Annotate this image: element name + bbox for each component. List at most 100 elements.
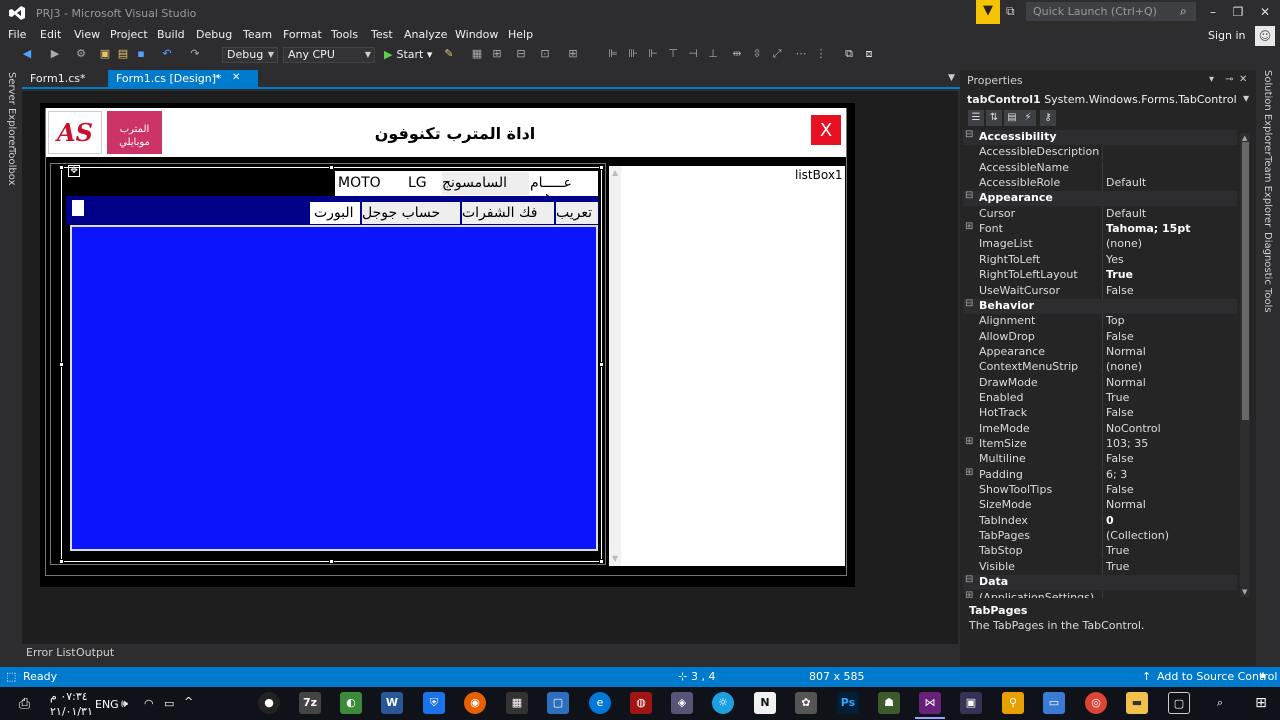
search-icon[interactable]: ⌕: [1180, 4, 1187, 19]
obs-icon[interactable]: ●: [258, 692, 280, 714]
property-row[interactable]: TabStop True: [963, 544, 1237, 560]
property-row[interactable]: AccessibleName: [963, 160, 1237, 176]
menu-file[interactable]: File: [8, 28, 26, 41]
menu-view[interactable]: View: [74, 28, 100, 41]
account-icon[interactable]: ☺: [1255, 26, 1275, 46]
solution-explorer-tab[interactable]: Solution Explorer: [1262, 70, 1273, 156]
property-row[interactable]: TabPages (Collection): [963, 529, 1237, 545]
clock-time[interactable]: ٠٧:٣٤ م: [50, 690, 88, 703]
wifi-icon[interactable]: ◠: [144, 697, 154, 710]
tab-form1-code[interactable]: Form1.cs*: [22, 70, 108, 88]
property-value[interactable]: (Collection): [1106, 529, 1169, 542]
inner-tab-handle-icon[interactable]: [72, 200, 84, 216]
property-row[interactable]: TabIndex 0: [963, 513, 1237, 529]
property-value[interactable]: Normal: [1106, 345, 1146, 358]
align-right-icon[interactable]: ⊩: [646, 47, 660, 61]
visual-studio-taskbar-icon[interactable]: ⋈: [919, 692, 941, 714]
align-grid-icon[interactable]: ⊞: [566, 47, 580, 61]
7zip-icon[interactable]: 7z: [299, 692, 321, 714]
property-row[interactable]: SizeMode Normal: [963, 498, 1237, 514]
tab-moto[interactable]: MOTO: [336, 172, 406, 195]
file-explorer-icon[interactable]: ▬: [1126, 692, 1148, 714]
property-row[interactable]: ⊞ (ApplicationSettings): [963, 590, 1237, 599]
volume-icon[interactable]: 🕪: [121, 697, 128, 711]
property-value[interactable]: 0: [1106, 514, 1114, 527]
resize-handle[interactable]: [59, 362, 64, 367]
property-row[interactable]: Enabled True: [963, 390, 1237, 406]
property-row[interactable]: ⊞ Font Tahoma; 15pt: [963, 221, 1237, 238]
make-same-height-icon[interactable]: ⇳: [750, 47, 764, 61]
open-file-icon[interactable]: ▤: [116, 47, 130, 61]
undo-icon[interactable]: ↶: [160, 47, 174, 61]
property-value[interactable]: Default: [1106, 207, 1146, 220]
close-tab-icon[interactable]: ✕: [232, 72, 240, 83]
align-icon[interactable]: ⊞: [490, 47, 504, 61]
server-explorer-tab[interactable]: Server Explorer: [6, 72, 17, 150]
align-top-icon[interactable]: ⊤: [666, 47, 680, 61]
menu-build[interactable]: Build: [157, 28, 185, 41]
back-icon[interactable]: ◀: [20, 47, 34, 61]
chevron-up-icon[interactable]: ▲: [1260, 670, 1266, 679]
selected-object[interactable]: tabControl1 System.Windows.Forms.TabCont…: [967, 93, 1237, 106]
tab-general[interactable]: عـــــام: [530, 172, 598, 195]
collapse-icon[interactable]: ⊟: [965, 190, 973, 201]
property-value[interactable]: (none): [1106, 360, 1142, 373]
property-value[interactable]: Yes: [1106, 253, 1124, 266]
tab-unlock-codes[interactable]: فك الشفرات: [462, 202, 554, 224]
property-category[interactable]: ⊟ Accessibility: [963, 130, 1237, 145]
property-pages-icon[interactable]: ⚷: [1040, 110, 1056, 126]
expand-icon[interactable]: ⊞: [965, 590, 973, 599]
solution-platform-select[interactable]: Any CPU ▼: [283, 47, 375, 63]
language-indicator[interactable]: ENG: [95, 698, 119, 711]
bring-to-front-icon[interactable]: ⧉: [842, 47, 856, 61]
property-row[interactable]: Cursor Default: [963, 206, 1237, 222]
dropdown-icon[interactable]: ▾: [1209, 74, 1214, 85]
resize-handle[interactable]: [329, 165, 334, 170]
properties-scroll-thumb[interactable]: [1242, 142, 1249, 420]
clock-date[interactable]: ٢١/٠١/٣١: [50, 705, 93, 718]
scroll-down-icon[interactable]: ▼: [612, 554, 618, 563]
start-button[interactable]: ▶ Start ▾: [384, 48, 432, 61]
notepad-app-icon[interactable]: N: [754, 692, 776, 714]
android-tool-icon[interactable]: ☗: [878, 692, 900, 714]
start-windows-icon[interactable]: ⊞: [1250, 692, 1272, 714]
listbox1[interactable]: [609, 166, 845, 566]
feedback-icon[interactable]: ⧉: [1006, 4, 1015, 19]
maximize-button[interactable]: ❐: [1225, 2, 1251, 22]
v-spacing-icon[interactable]: ⋮: [814, 47, 828, 61]
send-to-back-icon[interactable]: ⧈: [862, 47, 876, 61]
team-explorer-tab[interactable]: Team Explorer: [1262, 156, 1273, 227]
scroll-down-icon[interactable]: ▼: [1242, 588, 1247, 596]
align-center-icon[interactable]: ⊪: [626, 47, 640, 61]
sign-in-link[interactable]: Sign in: [1208, 29, 1246, 42]
forward-icon[interactable]: ▶: [48, 47, 62, 61]
photoshop-icon[interactable]: Ps: [837, 692, 859, 714]
align-bottom-icon[interactable]: ⊥: [706, 47, 720, 61]
properties-icon[interactable]: ▤: [1004, 110, 1020, 126]
property-category[interactable]: ⊟ Data: [963, 574, 1237, 591]
property-row[interactable]: Visible True: [963, 559, 1237, 575]
align-middle-icon[interactable]: ⊣: [686, 47, 700, 61]
quick-launch-input[interactable]: Quick Launch (Ctrl+Q): [1026, 2, 1196, 21]
scroll-up-icon[interactable]: ▲: [612, 168, 618, 177]
form-title-label[interactable]: اداة المترب تكنوفون: [300, 124, 610, 143]
form-close-button[interactable]: X: [810, 114, 842, 146]
pin-icon[interactable]: ⊸: [1225, 74, 1233, 85]
property-value[interactable]: Normal: [1106, 498, 1146, 511]
make-same-size-icon[interactable]: ⤢: [770, 47, 784, 61]
chrome-icon[interactable]: ◎: [1085, 692, 1107, 714]
search-icon[interactable]: ⌕: [1209, 692, 1231, 714]
resize-handle[interactable]: [59, 165, 64, 170]
property-value[interactable]: Normal: [1106, 376, 1146, 389]
h-spacing-icon[interactable]: ⋯: [794, 47, 808, 61]
tab-output[interactable]: Output: [76, 646, 114, 659]
firefox-icon[interactable]: ◉: [464, 692, 486, 714]
menu-tools[interactable]: Tools: [331, 28, 358, 41]
word-icon[interactable]: W: [381, 692, 403, 714]
menu-format[interactable]: Format: [283, 28, 322, 41]
minimize-button[interactable]: –: [1200, 2, 1226, 22]
layout-icon[interactable]: ⊟: [514, 47, 528, 61]
tab-samsung[interactable]: السامسونج: [442, 172, 529, 195]
browser-link-icon[interactable]: ✎: [442, 47, 456, 61]
scroll-up-icon[interactable]: ▲: [1242, 134, 1247, 142]
